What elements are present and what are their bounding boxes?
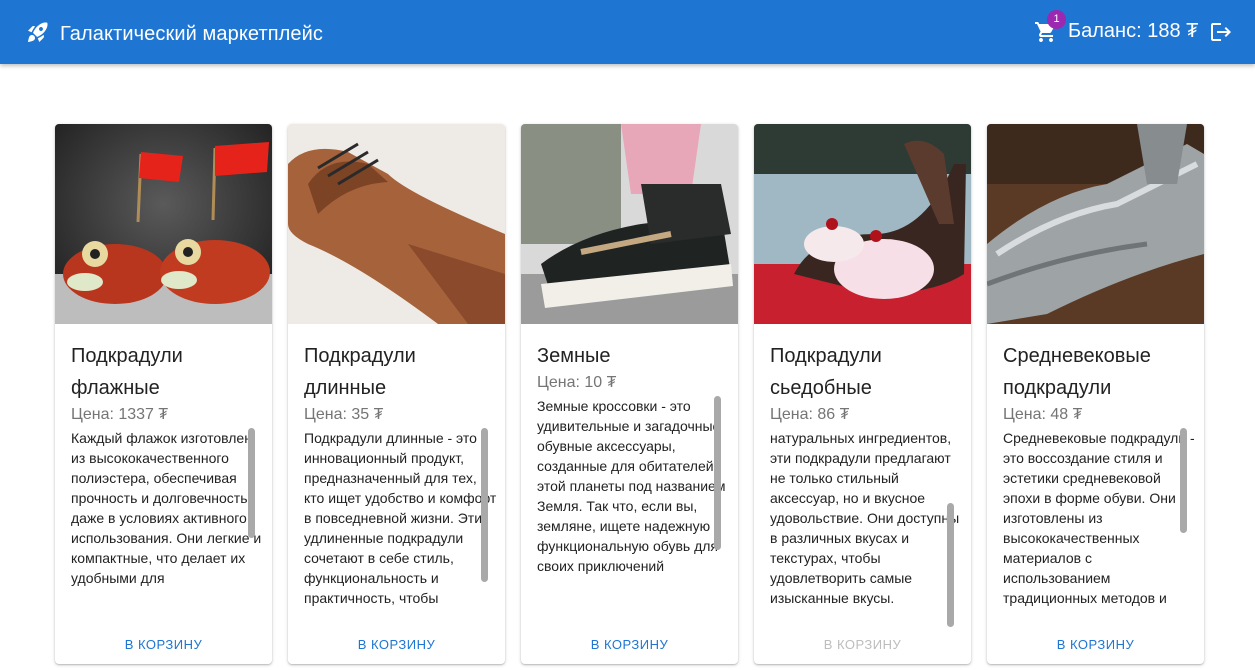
product-card: Подкрадули сьедобные Цена: 86 ₮ натураль… — [754, 124, 971, 664]
balance-label: Баланс: 188 ₮ — [1068, 20, 1199, 42]
product-description: Каждый флажок изготовлен из высококачест… — [71, 430, 262, 586]
product-description: Земные кроссовки - это удивительные и за… — [537, 398, 726, 574]
description-scrollbar[interactable] — [248, 428, 255, 538]
product-price: Цена: 48 ₮ — [1003, 406, 1083, 423]
brand[interactable]: Галактический маркетплейс — [26, 20, 323, 49]
add-to-cart-button[interactable]: В корзину — [55, 626, 272, 664]
rocket-icon — [26, 20, 50, 49]
product-price: Цена: 1337 ₮ — [71, 406, 169, 423]
product-price: Цена: 86 ₮ — [770, 406, 850, 423]
product-title: Подкрадули длинные — [304, 345, 416, 399]
product-image — [987, 124, 1204, 324]
product-image — [55, 124, 272, 324]
product-description: натуральных ингредиентов, эти подкрадули… — [770, 430, 960, 606]
product-price: Цена: 10 ₮ — [537, 374, 617, 391]
logout-button[interactable] — [1209, 20, 1233, 44]
cart-button[interactable]: 1 — [1034, 10, 1066, 44]
product-description: Подкрадули длинные - это инновационный п… — [304, 430, 497, 606]
product-title: Земные — [537, 345, 611, 367]
description-scrollbar[interactable] — [947, 503, 954, 627]
product-image — [521, 124, 738, 324]
app-title: Галактический маркетплейс — [60, 23, 324, 45]
description-scrollbar[interactable] — [714, 396, 721, 550]
add-to-cart-button[interactable]: В корзину — [754, 626, 971, 664]
logout-icon — [1209, 23, 1233, 48]
description-scrollbar[interactable] — [1180, 428, 1187, 533]
product-title: Подкрадули сьедобные — [770, 345, 882, 399]
product-image — [754, 124, 971, 324]
product-image — [288, 124, 505, 324]
product-card: Подкрадули флажные Цена: 1337 ₮ Каждый ф… — [55, 124, 272, 664]
product-price: Цена: 35 ₮ — [304, 406, 384, 423]
product-title: Подкрадули флажные — [71, 345, 183, 399]
add-to-cart-button[interactable]: В корзину — [521, 626, 738, 664]
app-bar: Галактический маркетплейс 1 Баланс: 188 … — [0, 0, 1255, 64]
product-card: Подкрадули длинные Цена: 35 ₮ Подкрадули… — [288, 124, 505, 664]
cart-count-badge: 1 — [1047, 10, 1066, 29]
shopping-cart-icon — [1034, 22, 1058, 48]
product-title: Средневековые подкрадули — [1003, 345, 1151, 399]
product-description: Средневековые подкрадули - это воссоздан… — [1003, 430, 1195, 606]
product-card: Земные Цена: 10 ₮ Земные кроссовки - это… — [521, 124, 738, 664]
description-scrollbar[interactable] — [481, 428, 488, 582]
add-to-cart-button[interactable]: В корзину — [288, 626, 505, 664]
add-to-cart-button[interactable]: В корзину — [987, 626, 1204, 664]
product-card: Средневековые подкрадули Цена: 48 ₮ Сред… — [987, 124, 1204, 664]
